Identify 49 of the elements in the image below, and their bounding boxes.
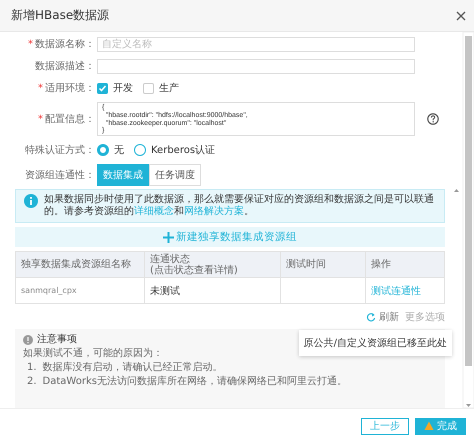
tooltip: 原公共/自定义资源组已移至此处 [298, 330, 452, 356]
add-resource-group-button[interactable]: 新建独享数据集成资源组 [15, 227, 445, 247]
column-header: 连通状态 (点击状态查看详情) [144, 252, 280, 278]
radio-button[interactable] [97, 144, 109, 156]
finish-button[interactable]: 完成 [415, 418, 466, 434]
segment-tab[interactable]: 任务调度 [149, 164, 201, 186]
checkbox[interactable] [143, 82, 154, 94]
list-number: 1. [27, 362, 37, 374]
field-label: 资源组连通性： [25, 168, 95, 182]
required-mark: * [38, 114, 43, 124]
info-link[interactable]: 详细概念 [134, 206, 174, 217]
warning-icon [424, 421, 434, 431]
more-options-link[interactable]: 更多选项 [405, 310, 445, 324]
required-mark: * [38, 82, 43, 94]
checkbox-label: 生产 [159, 82, 179, 95]
note-item: 数据库没有启动，请确认已经正常启动。 [42, 362, 223, 374]
checkbox-label: 开发 [113, 82, 133, 95]
radio-button[interactable] [134, 144, 146, 156]
back-button[interactable]: 上一步 [361, 418, 409, 434]
text-field[interactable] [97, 58, 415, 74]
window-title: 新增HBase数据源 [11, 7, 110, 24]
column-header: 测试时间 [280, 252, 366, 278]
info-icon [24, 194, 38, 208]
field-label: 数据源描述： [35, 60, 95, 73]
notes-intro: 如果测试不通，可能的原因为： [23, 348, 163, 360]
radio-label: 无 [114, 144, 124, 157]
info-link[interactable]: 网络解决方案 [184, 206, 244, 217]
checkbox[interactable] [97, 82, 108, 94]
text-field[interactable]: 自定义名称 [97, 36, 415, 52]
info-text: 如果数据同步时使用了此数据源，那么就需要保证对应的资源组和数据源之间是可以联通的。请参考资源组的详细概念和网络解决方案。 [44, 194, 435, 218]
warning-icon [23, 335, 33, 345]
radio-label: Kerberos认证 [151, 144, 216, 157]
required-mark: * [28, 38, 33, 50]
notes-title: 注意事项 [37, 334, 77, 346]
refresh-button[interactable]: 刷新 [366, 310, 399, 324]
note-item: DataWorks无法访问数据库所在网络，请确保网络已和阿里云打通。 [42, 376, 347, 388]
plus-icon [163, 232, 174, 242]
table-cell: 未测试 [144, 278, 280, 304]
field-label: 数据源名称： [35, 38, 95, 51]
refresh-icon [366, 312, 376, 322]
segment-tab[interactable]: 数据集成 [97, 164, 149, 186]
field-label: 适用环境： [45, 82, 95, 95]
table-cell: sanmqral_cpx [16, 278, 144, 304]
column-header: 独享数据集成资源组名称 [16, 252, 144, 278]
field-label: 配置信息： [45, 112, 95, 126]
close-icon[interactable] [456, 10, 466, 20]
column-header: 操作 [366, 252, 444, 278]
field-label: 特殊认证方式： [25, 144, 95, 157]
list-number: 2. [27, 376, 37, 388]
